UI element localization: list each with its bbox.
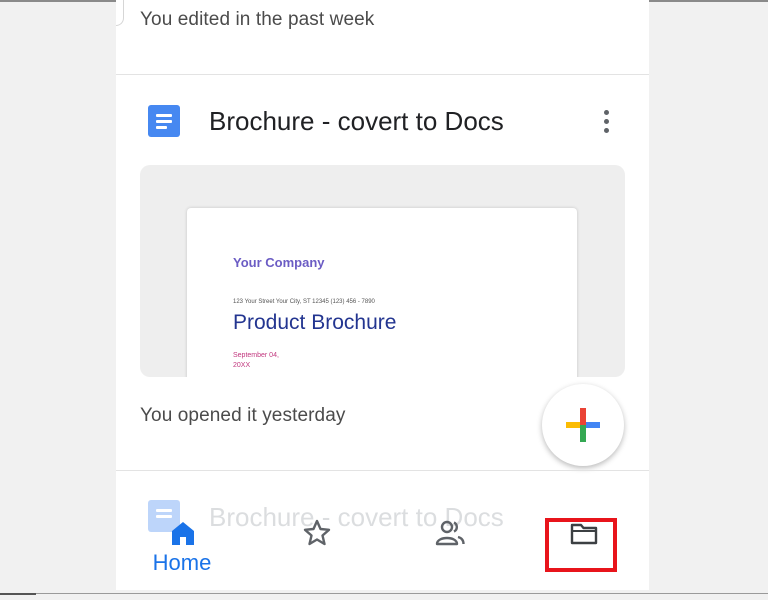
- card-edge: [116, 0, 124, 26]
- people-icon: [435, 520, 465, 546]
- divider: [116, 470, 649, 471]
- preview-date: September 04, 20XX: [233, 352, 279, 369]
- preview-page: Your Company 123 Your Street Your City, …: [187, 208, 577, 377]
- nav-starred[interactable]: [256, 510, 376, 590]
- nav-home[interactable]: Home: [122, 510, 242, 590]
- preview-company: Your Company: [233, 255, 325, 270]
- bottom-edge-mark: [0, 593, 36, 595]
- file-meta: You opened it yesterday: [140, 405, 346, 426]
- divider: [116, 74, 649, 75]
- star-icon: [303, 519, 331, 546]
- plus-icon: [566, 408, 600, 442]
- bottom-edge: [0, 593, 768, 594]
- google-docs-icon: [148, 105, 180, 137]
- files-highlight-box: [545, 518, 617, 572]
- drive-app-screen: You edited in the past week Brochure - c…: [116, 0, 649, 590]
- preview-title: Product Brochure: [233, 311, 397, 334]
- file-title[interactable]: Brochure - covert to Docs: [209, 106, 504, 137]
- new-button[interactable]: [542, 384, 624, 466]
- nav-home-label: Home: [152, 550, 212, 575]
- nav-shared[interactable]: [389, 510, 509, 590]
- file-preview[interactable]: Your Company 123 Your Street Your City, …: [140, 165, 625, 377]
- more-options-icon[interactable]: [597, 108, 617, 136]
- home-icon: [172, 522, 194, 545]
- preview-address: 123 Your Street Your City, ST 12345 (123…: [233, 299, 375, 305]
- file-card-header[interactable]: Brochure - covert to Docs: [116, 92, 649, 152]
- previous-file-meta: You edited in the past week: [140, 9, 375, 30]
